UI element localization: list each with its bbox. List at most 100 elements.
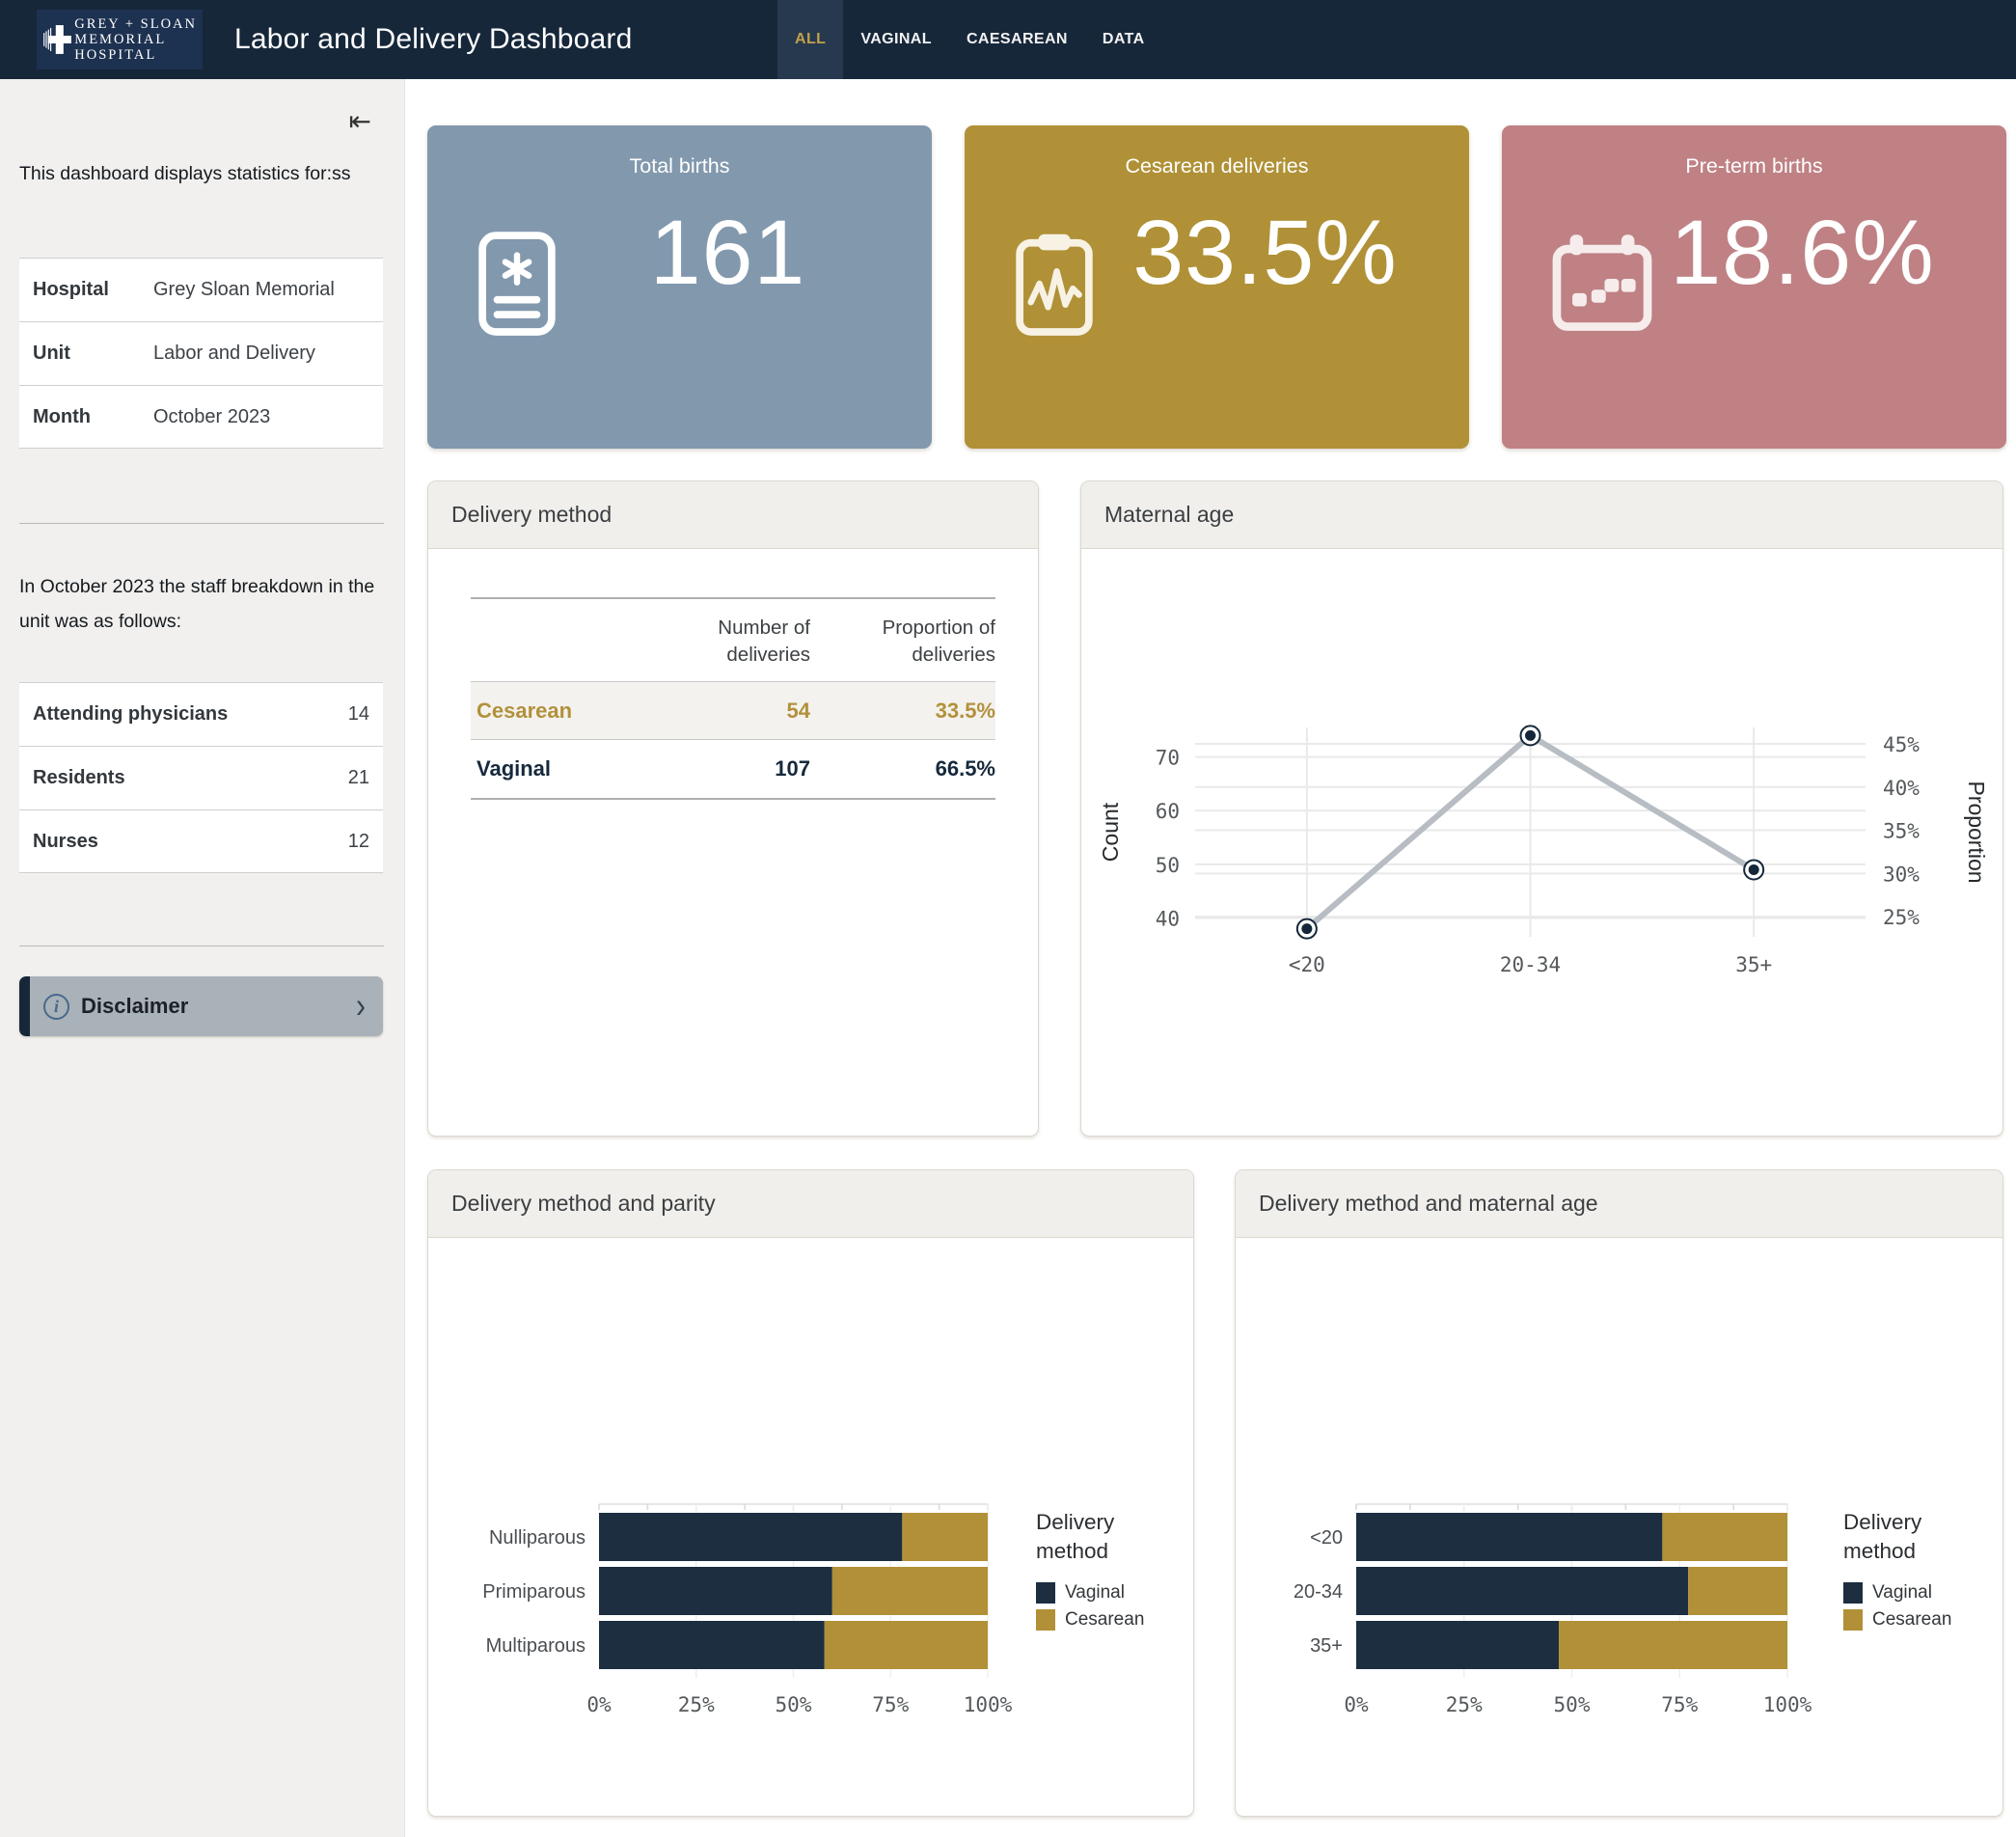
divider (19, 523, 384, 524)
kpi-card-total-births: Total births 161 (427, 125, 932, 449)
sidebar-collapse-icon[interactable]: ⇤ (349, 108, 371, 135)
kpi-value: 18.6% (1618, 201, 1987, 306)
svg-text:30%: 30% (1883, 863, 1920, 886)
tab-vaginal[interactable]: VAGINAL (843, 0, 949, 79)
legend-label: Vaginal (1872, 1582, 1932, 1604)
legend-item-vaginal: Vaginal (1843, 1582, 1988, 1604)
table-row: Residents 21 (19, 746, 383, 809)
legend-item-cesarean: Cesarean (1036, 1609, 1181, 1631)
svg-text:70: 70 (1156, 747, 1180, 770)
disclaimer-button[interactable]: i Disclaimer › (19, 976, 383, 1036)
table-row-cesarean: Cesarean 54 33.5% (471, 682, 995, 740)
svg-text:40: 40 (1156, 908, 1180, 931)
row-proportion: 33.5% (810, 699, 995, 724)
svg-text:50%: 50% (1554, 1693, 1591, 1716)
labor-delivery-dashboard: GREY + SLOAN MEMORIAL HOSPITAL Labor and… (0, 0, 2016, 1837)
panel-delivery-method-maternal-age: Delivery method and maternal age <20 20-3… (1235, 1169, 2003, 1817)
svg-text:25%: 25% (1446, 1693, 1483, 1716)
panel-title: Delivery method and maternal age (1236, 1170, 2002, 1238)
table-row: Month October 2023 (19, 385, 383, 449)
tab-data[interactable]: DATA (1085, 0, 1162, 79)
table-row: Hospital Grey Sloan Memorial (19, 258, 383, 321)
svg-text:<20: <20 (1310, 1527, 1343, 1549)
legend-title: Delivery method (1036, 1508, 1181, 1567)
legend: Delivery method Vaginal Cesarean (1843, 1508, 1988, 1631)
kpi-value: 161 (543, 201, 913, 306)
sidebar-intro-text: This dashboard displays statistics for:s… (19, 156, 384, 191)
sidebar: ⇤ This dashboard displays statistics for… (0, 79, 405, 1837)
svg-text:50: 50 (1156, 854, 1180, 877)
table-row: Unit Labor and Delivery (19, 321, 383, 385)
svg-text:Proportion: Proportion (1964, 781, 1989, 883)
svg-text:Multiparous: Multiparous (486, 1635, 586, 1657)
panel-title: Delivery method and parity (428, 1170, 1193, 1238)
legend-label: Cesarean (1065, 1609, 1144, 1631)
kpi-card-preterm-births: Pre-term births 18.6% (1502, 125, 2006, 449)
svg-text:75%: 75% (872, 1693, 909, 1716)
legend-swatch-cesarean (1843, 1609, 1863, 1631)
svg-text:20-34: 20-34 (1294, 1581, 1343, 1603)
legend-item-cesarean: Cesarean (1843, 1609, 1988, 1631)
row-label: Month (33, 406, 153, 428)
legend-label: Cesarean (1872, 1609, 1951, 1631)
legend-item-vaginal: Vaginal (1036, 1582, 1181, 1604)
disclaimer-accent-bar (19, 976, 30, 1036)
row-value: Grey Sloan Memorial (153, 279, 335, 301)
page-title: Labor and Delivery Dashboard (234, 0, 633, 79)
staff-table: Attending physicians 14 Residents 21 Nur… (19, 682, 383, 873)
tab-caesarean[interactable]: CAESAREAN (949, 0, 1085, 79)
hospital-logo: GREY + SLOAN MEMORIAL HOSPITAL (37, 10, 203, 69)
svg-text:25%: 25% (678, 1693, 715, 1716)
svg-text:45%: 45% (1883, 733, 1920, 756)
legend-title: Delivery method (1843, 1508, 1988, 1567)
table-row-vaginal: Vaginal 107 66.5% (471, 740, 995, 798)
panel-maternal-age: Maternal age 25%30%35%40%45%40506070<202… (1080, 480, 2003, 1137)
svg-text:20-34: 20-34 (1500, 953, 1561, 976)
row-value: 12 (348, 831, 369, 853)
row-number: 54 (648, 699, 810, 724)
kpi-card-cesarean-deliveries: Cesarean deliveries 33.5% (965, 125, 1469, 449)
svg-text:60: 60 (1156, 800, 1180, 823)
info-icon: i (43, 994, 69, 1020)
kpi-title: Pre-term births (1502, 154, 2006, 178)
svg-text:Count: Count (1098, 802, 1123, 862)
table-row: Nurses 12 (19, 809, 383, 873)
svg-text:40%: 40% (1883, 777, 1920, 800)
panel-delivery-method-parity: Delivery method and parity NulliparousPr… (427, 1169, 1194, 1817)
svg-text:100%: 100% (964, 1693, 1013, 1716)
svg-text:35+: 35+ (1310, 1635, 1343, 1657)
svg-text:Primiparous: Primiparous (482, 1581, 586, 1603)
svg-text:0%: 0% (586, 1693, 612, 1716)
row-label: Residents (33, 767, 348, 789)
kpi-title: Total births (427, 154, 932, 178)
row-label: Unit (33, 343, 153, 365)
row-label: Nurses (33, 831, 348, 853)
row-label: Hospital (33, 279, 153, 301)
row-value: October 2023 (153, 406, 270, 428)
legend-swatch-vaginal (1036, 1582, 1055, 1604)
column-header: Proportion of deliveries (810, 615, 995, 668)
svg-text:50%: 50% (776, 1693, 812, 1716)
svg-text:35%: 35% (1883, 820, 1920, 843)
disclaimer-label: Disclaimer (81, 994, 188, 1019)
legend-swatch-cesarean (1036, 1609, 1055, 1631)
row-label: Attending physicians (33, 703, 348, 726)
maternal-age-line-chart: 25%30%35%40%45%40506070<2020-3435+CountP… (1081, 549, 2001, 1134)
svg-text:35+: 35+ (1735, 953, 1772, 976)
table-header-row: Number of deliveries Proportion of deliv… (471, 599, 995, 682)
panel-title: Delivery method (428, 481, 1038, 549)
svg-text:0%: 0% (1344, 1693, 1369, 1716)
panel-title: Maternal age (1081, 481, 2002, 549)
column-header: Number of deliveries (648, 615, 810, 668)
chevron-right-icon: › (356, 988, 366, 1025)
table-row: Attending physicians 14 (19, 682, 383, 746)
staff-intro-text: In October 2023 the staff breakdown in t… (19, 569, 384, 639)
svg-text:75%: 75% (1661, 1693, 1698, 1716)
hospital-cross-icon (42, 13, 74, 67)
svg-text:100%: 100% (1763, 1693, 1812, 1716)
row-label: Cesarean (471, 699, 648, 724)
tab-all[interactable]: ALL (777, 0, 843, 79)
hospital-info-table: Hospital Grey Sloan Memorial Unit Labor … (19, 258, 383, 449)
row-label: Vaginal (471, 756, 648, 781)
delivery-method-table: Number of deliveries Proportion of deliv… (428, 597, 1038, 800)
